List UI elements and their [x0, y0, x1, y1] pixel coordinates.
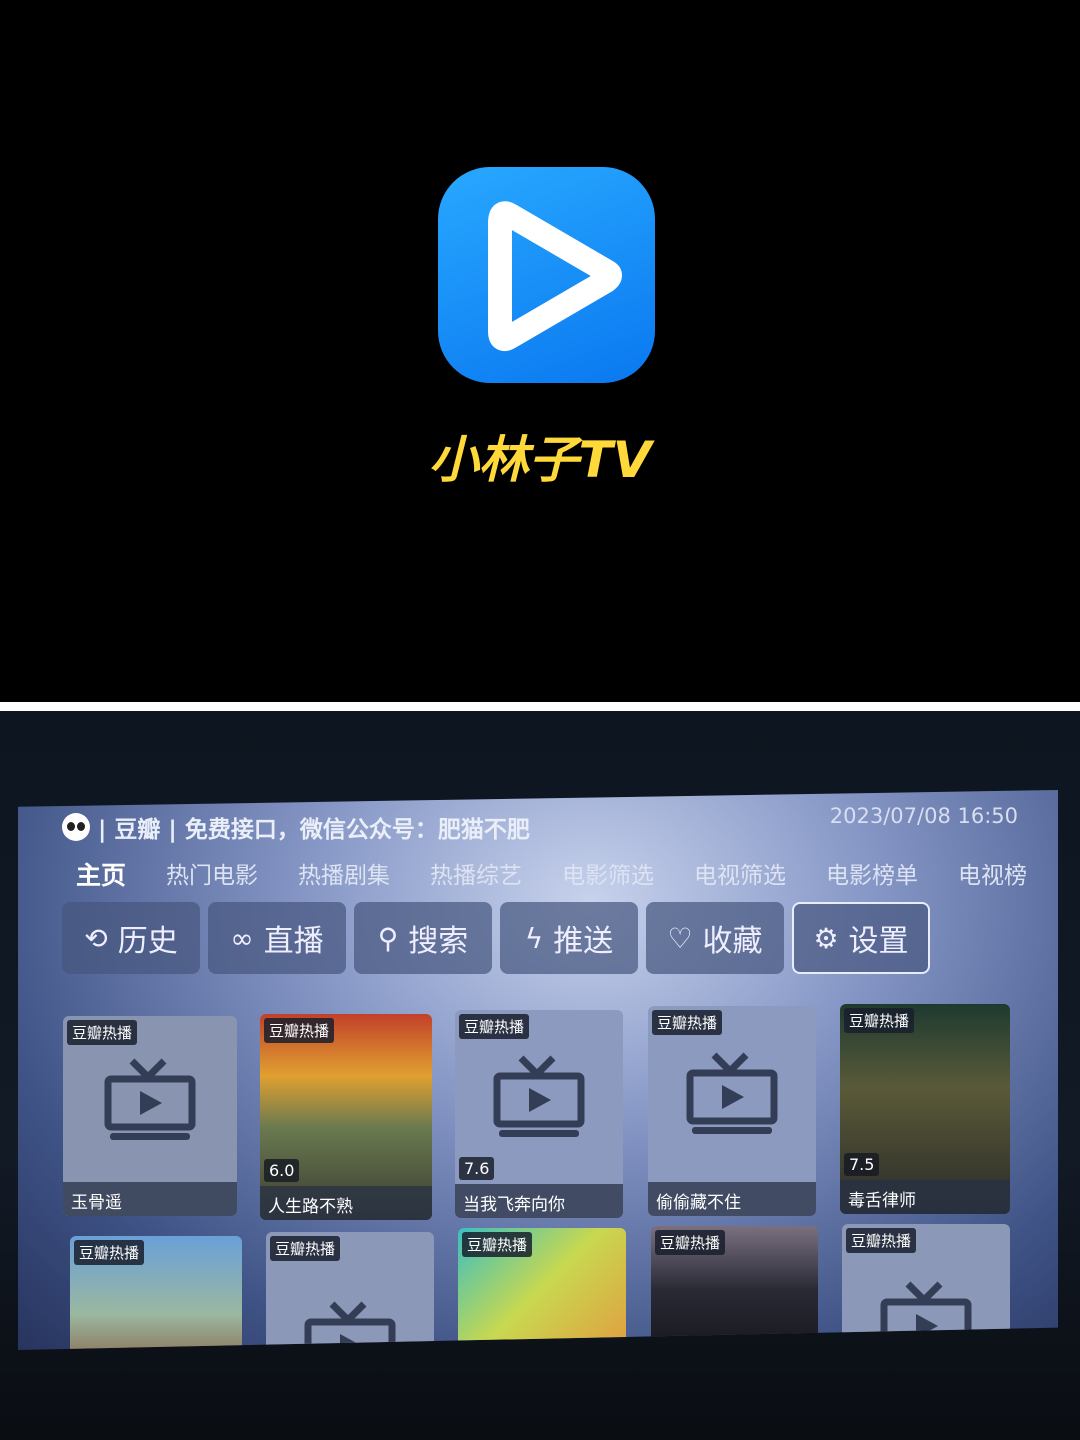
source-text: | 豆瓣 | 免费接口，微信公众号：肥猫不肥 — [98, 817, 530, 843]
nav-tv-chart[interactable]: 电视榜 — [958, 856, 1027, 892]
tv-screen: | 豆瓣 | 免费接口，微信公众号：肥猫不肥 2023/07/08 16:50 … — [18, 790, 1058, 1350]
rating: 7.5 — [844, 1153, 880, 1176]
nav-hot-series[interactable]: 热播剧集 — [298, 856, 390, 892]
media-card[interactable]: 豆瓣热播 偷偷藏不住 — [648, 1006, 816, 1216]
nav-hot-variety[interactable]: 热播综艺 — [430, 856, 522, 892]
tv-placeholder-icon — [493, 1055, 585, 1138]
nav-hot-movies[interactable]: 热门电影 — [166, 856, 258, 892]
media-title: 毒舌律师 — [840, 1180, 1010, 1214]
douban-badge: 豆瓣热播 — [655, 1230, 726, 1255]
nav-movie-chart[interactable]: 电影榜单 — [826, 856, 918, 892]
media-title: 人生路不熟 — [260, 1186, 432, 1220]
media-card[interactable]: 豆瓣热播 7.6 当我飞奔向你 — [455, 1010, 623, 1218]
media-card[interactable]: 豆瓣热播 — [842, 1224, 1010, 1340]
live-icon: ∞ — [230, 921, 254, 955]
media-card[interactable]: 豆瓣热播 — [651, 1226, 818, 1342]
media-card[interactable]: 豆瓣热播 玉骨遥 — [63, 1016, 237, 1216]
tv-placeholder-icon — [686, 1052, 778, 1135]
douban-badge: 豆瓣热播 — [459, 1014, 530, 1039]
rating: 6.0 — [264, 1159, 300, 1182]
media-card[interactable]: 豆瓣热播 — [458, 1228, 626, 1346]
favorites-button[interactable]: ♡ 收藏 — [646, 902, 784, 974]
gear-icon: ⚙ — [813, 921, 839, 955]
divider — [0, 702, 1080, 711]
media-card[interactable]: 豆瓣热播 6.0 人生路不熟 — [260, 1014, 432, 1220]
top-nav: 主页 热门电影 热播剧集 热播综艺 电影筛选 电视筛选 电影榜单 电视榜 — [76, 856, 1027, 892]
source-header: | 豆瓣 | 免费接口，微信公众号：肥猫不肥 — [62, 810, 530, 844]
app-title: 小林子TV — [428, 431, 652, 489]
douban-badge: 豆瓣热播 — [462, 1232, 533, 1257]
live-button[interactable]: ∞ 直播 — [208, 902, 346, 974]
panda-icon — [62, 813, 90, 841]
rating: 7.6 — [459, 1157, 495, 1180]
heart-icon: ♡ — [667, 921, 693, 955]
search-icon: ⚲ — [377, 921, 399, 955]
media-title: 当我飞奔向你 — [455, 1184, 623, 1218]
app-logo-icon — [438, 167, 655, 383]
douban-badge: 豆瓣热播 — [264, 1018, 335, 1043]
nav-movie-filter[interactable]: 电影筛选 — [562, 856, 654, 892]
douban-badge: 豆瓣热播 — [67, 1020, 138, 1045]
quick-buttons: ⟲ 历史 ∞ 直播 ⚲ 搜索 ϟ 推送 ♡ 收藏 ⚙ 设置 — [62, 902, 930, 974]
history-button[interactable]: ⟲ 历史 — [62, 902, 200, 974]
douban-badge: 豆瓣热播 — [74, 1240, 145, 1265]
bolt-icon: ϟ — [524, 921, 544, 955]
media-card[interactable]: 豆瓣热播 7.5 毒舌律师 — [840, 1004, 1010, 1214]
douban-badge: 豆瓣热播 — [652, 1010, 723, 1035]
search-button[interactable]: ⚲ 搜索 — [354, 902, 492, 974]
douban-badge: 豆瓣热播 — [844, 1008, 915, 1033]
app-splash: 小林子TV — [0, 0, 1080, 702]
settings-button[interactable]: ⚙ 设置 — [792, 902, 930, 974]
media-title: 偷偷藏不住 — [648, 1182, 816, 1216]
nav-home[interactable]: 主页 — [76, 856, 126, 892]
history-icon: ⟲ — [84, 921, 108, 955]
datetime: 2023/07/08 16:50 — [829, 804, 1018, 828]
tv-placeholder-icon — [104, 1058, 196, 1140]
media-title: 玉骨遥 — [63, 1182, 237, 1216]
douban-badge: 豆瓣热播 — [270, 1236, 341, 1261]
douban-badge: 豆瓣热播 — [846, 1228, 917, 1253]
push-button[interactable]: ϟ 推送 — [500, 902, 638, 974]
nav-tv-filter[interactable]: 电视筛选 — [694, 856, 786, 892]
